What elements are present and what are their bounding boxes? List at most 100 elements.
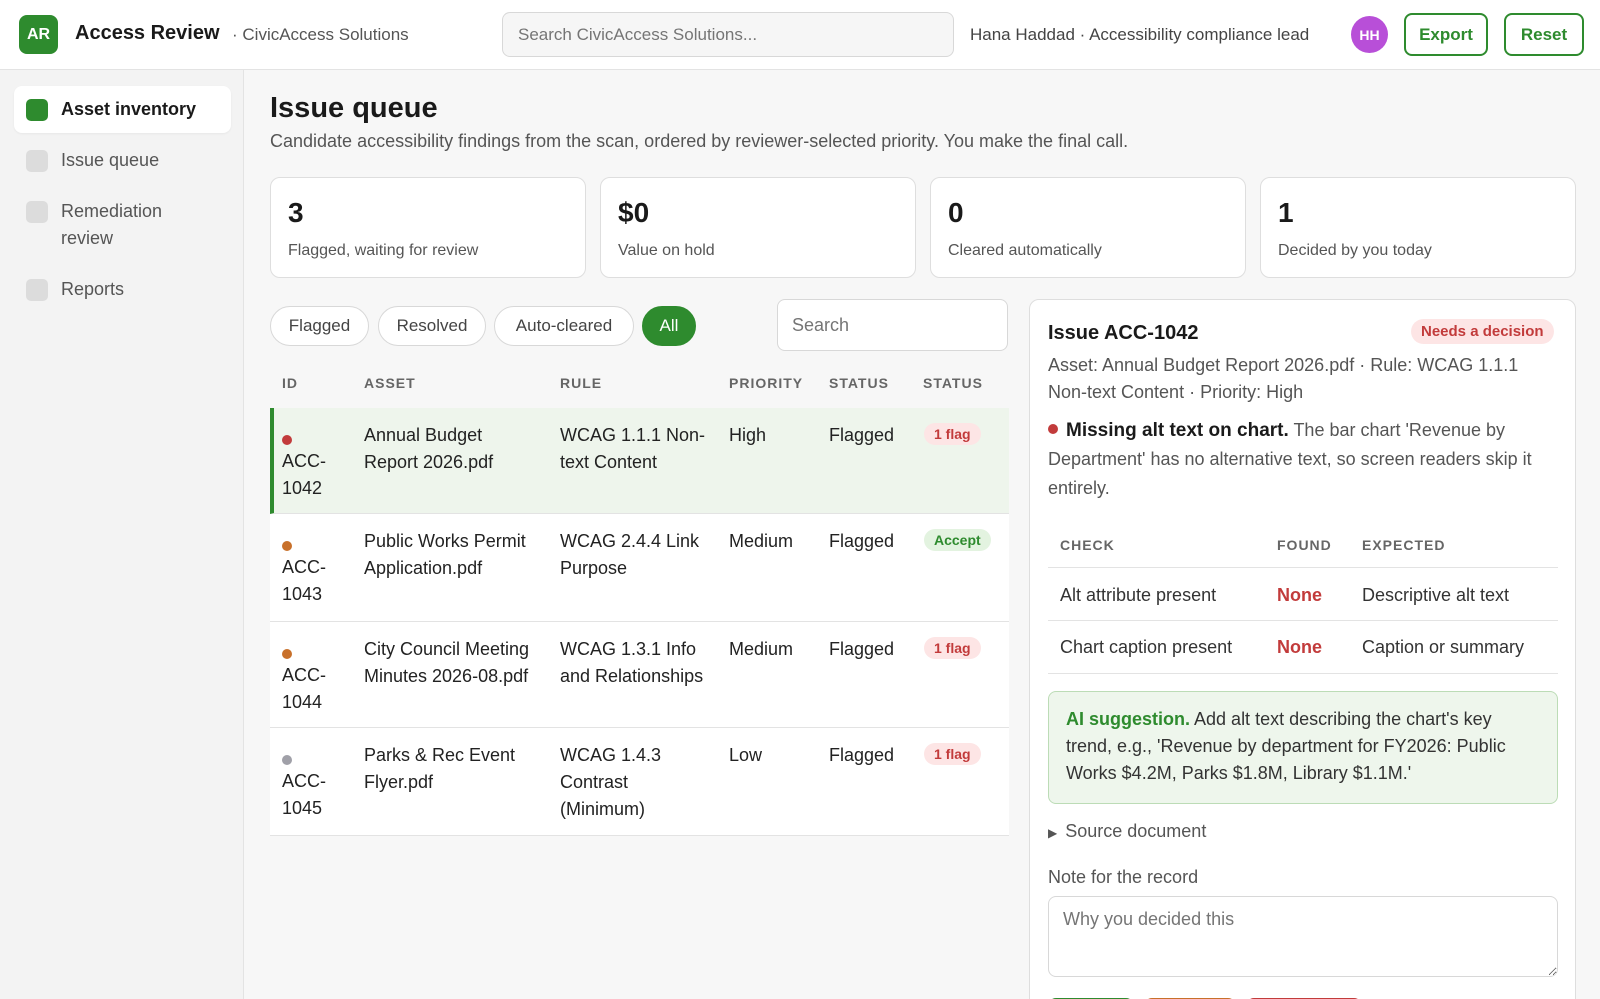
row-rule: WCAG 1.4.3 Contrast (Minimum) — [560, 745, 662, 819]
divider — [1048, 620, 1558, 621]
row-priority: Medium — [729, 531, 794, 551]
source-document-toggle[interactable]: ▶ Source document — [1048, 821, 1206, 842]
table-row[interactable]: ACC- 1044 City Council Meeting Minutes 2… — [270, 622, 1009, 728]
status-badge: Accept — [924, 529, 991, 551]
table-row[interactable]: ACC- 1042 Annual Budget Report 2026.pdf … — [270, 408, 1009, 514]
row-asset: City Council Meeting Minutes 2026-08.pdf — [364, 639, 530, 686]
nav-square-icon — [26, 279, 48, 301]
app-logo: AR — [19, 15, 58, 54]
top-bar: AR Access Review · CivicAccess Solutions… — [0, 0, 1600, 70]
sidebar-item-asset-inventory[interactable]: Asset inventory — [14, 86, 231, 133]
filter-chip-auto-cleared[interactable]: Auto-cleared — [494, 306, 634, 346]
stat-value: 0 — [948, 197, 964, 228]
check-found: None — [1277, 637, 1322, 657]
issue-detail-panel: Issue ACC-1042 Needs a decision Asset: A… — [1029, 299, 1576, 999]
stat-value: 3 — [288, 197, 304, 228]
row-rule: WCAG 1.1.1 Non-text Content — [560, 425, 706, 472]
source-label: Source document — [1065, 821, 1207, 841]
row-id: ACC- 1042 — [282, 451, 326, 498]
column-header-priority: PRIORITY — [729, 375, 804, 391]
status-badge: 1 flag — [924, 743, 981, 765]
row-status: Flagged — [829, 425, 895, 445]
check-header-found: FOUND — [1277, 537, 1332, 553]
table-row[interactable]: ACC- 1045 Parks & Rec Event Flyer.pdf WC… — [270, 728, 1009, 836]
sidebar-item-reports[interactable]: Reports — [14, 266, 231, 313]
export-button[interactable]: Export — [1404, 13, 1488, 56]
row-status: Flagged — [829, 531, 895, 551]
stat-label: Value on hold — [618, 242, 715, 259]
check-expected: Descriptive alt text — [1362, 585, 1510, 605]
row-priority: Low — [729, 745, 763, 765]
divider — [1048, 673, 1558, 674]
page-subtitle: Candidate accessibility findings from th… — [270, 131, 1129, 151]
user-info: Hana Haddad · Accessibility compliance l… — [970, 25, 1310, 44]
row-status: Flagged — [829, 639, 895, 659]
sidebar-item-issue-queue[interactable]: Issue queue — [14, 137, 231, 184]
filter-chip-resolved[interactable]: Resolved — [378, 306, 486, 346]
row-rule: WCAG 2.4.4 Link Purpose — [560, 531, 700, 578]
global-search-input[interactable] — [502, 12, 954, 57]
column-header-id: ID — [282, 375, 298, 391]
ai-suggestion-box: AI suggestion. Add alt text describing t… — [1048, 691, 1558, 804]
check-found: None — [1277, 585, 1322, 605]
sidebar-item-label: Remediation review — [61, 201, 163, 248]
row-id: ACC- 1044 — [282, 665, 326, 712]
priority-dot — [282, 649, 292, 659]
detail-meta: Asset: Annual Budget Report 2026.pdf · R… — [1048, 355, 1519, 402]
stat-value: $0 — [618, 197, 650, 228]
row-id: ACC- 1045 — [282, 771, 326, 818]
column-header-asset: ASSET — [364, 375, 416, 391]
priority-dot — [282, 435, 292, 445]
detail-description: Missing alt text on chart. The bar chart… — [1048, 416, 1558, 503]
column-header-status-badge: STATUS — [923, 375, 983, 391]
sidebar: Asset inventory Issue queue Remediation … — [0, 70, 244, 999]
finding-title: Missing alt text on chart. — [1066, 420, 1289, 441]
status-badge: 1 flag — [924, 423, 981, 445]
row-asset: Annual Budget Report 2026.pdf — [364, 425, 494, 472]
sidebar-item-remediation-review[interactable]: Remediation review — [14, 188, 214, 262]
detail-title: Issue ACC-1042 — [1048, 322, 1199, 344]
reset-button[interactable]: Reset — [1504, 13, 1584, 56]
column-header-rule: RULE — [560, 375, 603, 391]
check-name: Chart caption present — [1060, 637, 1233, 657]
stat-card-flagged: 3 Flagged, waiting for review — [270, 177, 586, 278]
caret-right-icon: ▶ — [1048, 826, 1058, 840]
filter-chip-flagged[interactable]: Flagged — [270, 306, 369, 346]
filter-chip-all[interactable]: All — [642, 306, 696, 346]
stat-value: 1 — [1278, 197, 1294, 228]
divider — [1048, 567, 1558, 568]
table-row[interactable]: ACC- 1043 Public Works Permit Applicatio… — [270, 514, 1009, 622]
note-textarea[interactable] — [1048, 896, 1558, 977]
row-status: Flagged — [829, 745, 895, 765]
check-expected: Caption or summary — [1362, 637, 1525, 657]
row-id: ACC- 1043 — [282, 557, 326, 604]
stat-card-cleared: 0 Cleared automatically — [930, 177, 1246, 278]
nav-square-icon — [26, 150, 48, 172]
org-name: · CivicAccess Solutions — [232, 25, 409, 44]
avatar[interactable]: HH — [1351, 16, 1388, 53]
app-title: Access Review — [75, 22, 220, 44]
row-priority: High — [729, 425, 767, 445]
sidebar-item-label: Issue queue — [61, 150, 160, 170]
check-name: Alt attribute present — [1060, 585, 1217, 605]
decision-status-badge: Needs a decision — [1411, 319, 1554, 344]
row-asset: Parks & Rec Event Flyer.pdf — [364, 745, 516, 792]
sidebar-item-label: Reports — [61, 279, 125, 299]
row-priority: Medium — [729, 639, 794, 659]
page-title: Issue queue — [270, 92, 438, 124]
priority-dot — [282, 541, 292, 551]
stat-card-decided: 1 Decided by you today — [1260, 177, 1576, 278]
priority-dot — [282, 755, 292, 765]
row-asset: Public Works Permit Application.pdf — [364, 531, 526, 578]
stat-label: Cleared automatically — [948, 242, 1102, 259]
check-header-check: CHECK — [1060, 537, 1115, 553]
stat-label: Flagged, waiting for review — [288, 242, 479, 259]
ai-suggestion-label: AI suggestion. — [1066, 709, 1191, 729]
stat-label: Decided by you today — [1278, 242, 1432, 259]
status-badge: 1 flag — [924, 637, 981, 659]
row-rule: WCAG 1.3.1 Info and Relationships — [560, 639, 704, 686]
table-search-input[interactable] — [777, 299, 1008, 351]
sidebar-item-label: Asset inventory — [61, 99, 197, 119]
nav-square-icon — [26, 201, 48, 223]
column-header-status: STATUS — [829, 375, 889, 391]
